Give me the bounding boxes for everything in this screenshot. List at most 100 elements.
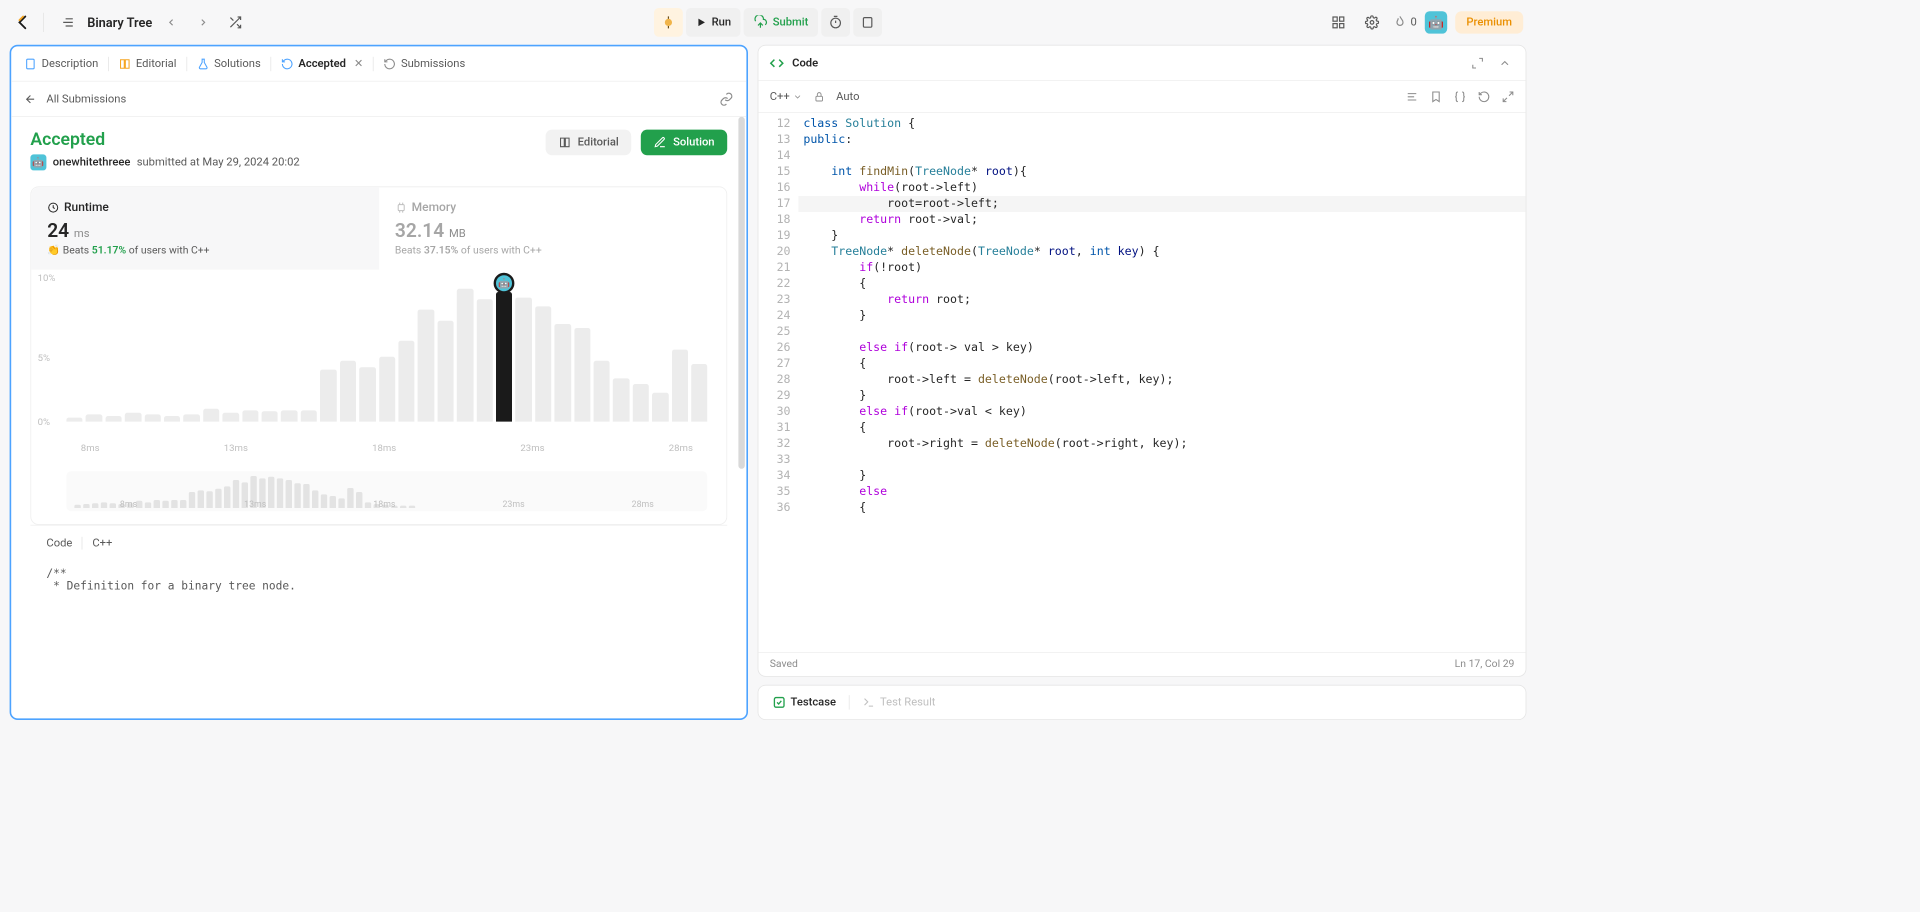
submit-label: Submit [773, 16, 809, 29]
reset-icon[interactable] [1478, 90, 1491, 103]
submit-button[interactable]: Submit [744, 8, 818, 37]
chart-bar[interactable] [125, 413, 141, 422]
link-icon[interactable] [719, 92, 733, 106]
chart-bar[interactable] [594, 361, 610, 421]
history-icon [281, 57, 294, 70]
check-square-icon [773, 696, 786, 709]
chart-bar[interactable] [105, 416, 121, 422]
chart-bar[interactable] [418, 309, 434, 421]
next-problem-icon[interactable] [191, 10, 217, 36]
runtime-metric[interactable]: Runtime 24 ms 👏 Beats 51.17% of users wi… [31, 187, 379, 269]
chart-bar[interactable] [145, 414, 161, 421]
mini-avatar: 🤖 [30, 154, 46, 170]
fullscreen-icon[interactable] [1468, 53, 1487, 72]
chart-bar[interactable] [242, 410, 258, 422]
debug-icon[interactable] [654, 8, 683, 37]
memory-label: Memory [412, 200, 456, 214]
chart-bar[interactable] [476, 299, 492, 421]
settings-icon[interactable] [1359, 10, 1385, 36]
chart-bar[interactable] [203, 409, 219, 422]
prev-problem-icon[interactable] [159, 10, 185, 36]
layout-icon[interactable] [1326, 10, 1352, 36]
memory-unit: MB [449, 227, 466, 240]
chart-bar[interactable] [379, 357, 395, 422]
chart-bar[interactable] [633, 384, 649, 421]
username[interactable]: onewhitethreee [53, 156, 131, 169]
shuffle-icon[interactable] [223, 10, 249, 36]
chart-bar[interactable] [457, 289, 473, 421]
chart-bar[interactable] [574, 328, 590, 422]
problem-title[interactable]: Binary Tree [87, 15, 152, 30]
metrics-card: Runtime 24 ms 👏 Beats 51.17% of users wi… [30, 186, 727, 524]
chart-bar[interactable] [613, 378, 629, 421]
streak[interactable]: 0 [1393, 15, 1417, 29]
scrollbar[interactable] [739, 117, 745, 469]
tab-accepted-label: Accepted [298, 57, 346, 70]
edit-icon [654, 136, 667, 149]
memory-metric[interactable]: Memory 32.14 MB Beats 37.15% of users wi… [379, 187, 727, 269]
chart-bar[interactable] [340, 361, 356, 421]
center-controls: Run Submit [654, 8, 882, 37]
timer-icon[interactable] [821, 8, 850, 37]
language-select[interactable]: C++ [770, 90, 803, 103]
chart-bar[interactable] [301, 410, 317, 422]
chart-bar[interactable] [691, 364, 707, 422]
tab-description[interactable]: Description [16, 46, 106, 81]
book-icon [558, 136, 571, 149]
chart-bar[interactable] [652, 393, 668, 422]
bookmark-icon[interactable] [1430, 90, 1443, 103]
tab-testcase[interactable]: Testcase [767, 696, 843, 709]
chart-bar[interactable] [223, 413, 239, 422]
chart-bar[interactable] [535, 306, 551, 421]
solution-button[interactable]: Solution [641, 130, 727, 156]
left-panel: Description Editorial Solutions Accepted… [10, 45, 749, 720]
tab-submissions[interactable]: Submissions [375, 46, 473, 81]
tab-solutions[interactable]: Solutions [188, 46, 268, 81]
editorial-button[interactable]: Editorial [546, 130, 632, 156]
expand-icon[interactable] [1502, 90, 1515, 103]
all-submissions-link[interactable]: All Submissions [46, 92, 126, 105]
chart-bar[interactable] [184, 414, 200, 421]
tab-editorial[interactable]: Editorial [110, 46, 184, 81]
chart-bar[interactable] [398, 341, 414, 422]
workspace: Description Editorial Solutions Accepted… [0, 45, 1536, 730]
chart-bar[interactable] [320, 370, 336, 422]
chevron-up-icon[interactable] [1495, 53, 1514, 72]
back-icon[interactable] [24, 92, 37, 105]
chart-bar[interactable] [66, 417, 82, 421]
chart-bar[interactable] [515, 298, 531, 422]
problem-list-icon[interactable] [55, 10, 81, 36]
chart-bar[interactable] [672, 350, 688, 422]
run-button[interactable]: Run [686, 8, 741, 37]
code-editor[interactable]: 1213141516171819202122232425262728293031… [759, 113, 1526, 652]
runtime-label: Runtime [64, 200, 109, 214]
notes-icon[interactable] [853, 8, 882, 37]
right-column: Code C++ Auto 12131415161718192021222324… [758, 45, 1527, 720]
lang-bar: C++ Auto [759, 81, 1526, 113]
chart-bar[interactable]: 🤖 [496, 292, 512, 422]
file-icon [24, 57, 37, 70]
tab-testresult[interactable]: Test Result [856, 696, 942, 709]
close-icon[interactable]: ✕ [354, 57, 363, 70]
format-icon[interactable] [1406, 90, 1419, 103]
chart-bar[interactable] [86, 414, 102, 421]
chart-bar[interactable] [555, 324, 571, 422]
chart-bar[interactable] [281, 410, 297, 422]
chart-bar[interactable] [262, 412, 278, 422]
editor-status-bar: Saved Ln 17, Col 29 [759, 652, 1526, 676]
runtime-value: 24 [47, 219, 69, 241]
chart-bar[interactable] [164, 416, 180, 422]
divider [270, 56, 271, 70]
leetcode-logo[interactable] [13, 13, 32, 32]
avatar[interactable]: 🤖 [1425, 11, 1447, 33]
tab-accepted[interactable]: Accepted ✕ [273, 46, 372, 81]
chart-bar[interactable] [359, 367, 375, 422]
chart-bar[interactable] [437, 321, 453, 422]
divider [186, 56, 187, 70]
braces-icon[interactable] [1454, 90, 1467, 103]
chart-minimap[interactable]: 8ms13ms18ms23ms28ms [66, 471, 707, 511]
premium-button[interactable]: Premium [1455, 11, 1523, 33]
streak-count: 0 [1411, 16, 1417, 29]
auto-label[interactable]: Auto [836, 90, 859, 103]
flask-icon [196, 57, 209, 70]
